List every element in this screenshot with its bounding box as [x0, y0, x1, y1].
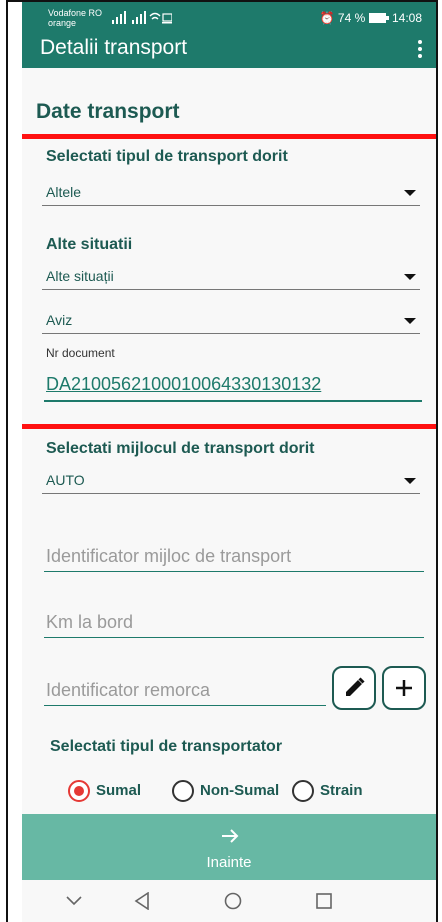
battery-percent: 74 %	[337, 11, 366, 25]
radio-sumal-label: Sumal	[96, 782, 142, 799]
document-type-select[interactable]: Aviz	[42, 308, 420, 334]
edit-trailer-button[interactable]	[332, 666, 376, 710]
document-number-label: Nr document	[46, 346, 115, 360]
next-button-label: Inainte	[206, 854, 252, 871]
signal-wifi-icons	[112, 11, 172, 24]
transport-means-value: AUTO	[46, 472, 85, 488]
km-input[interactable]: Km la bord	[44, 608, 424, 638]
radio-strain-label: Strain	[320, 782, 363, 799]
carrier-info: Vodafone RO orange	[48, 8, 102, 28]
transport-type-select[interactable]: Altele	[42, 180, 420, 206]
trailer-id-input[interactable]: Identificator remorca	[44, 676, 326, 706]
vehicle-id-input[interactable]: Identificator mijloc de transport	[44, 542, 424, 572]
status-right: ⏰ 74 % 14:08	[320, 11, 422, 25]
radio-non-sumal-label: Non-Sumal	[200, 782, 280, 799]
next-button[interactable]: Inainte	[22, 814, 436, 880]
arrow-right-icon	[222, 829, 239, 843]
app-screen: Vodafone RO orange ⏰ 74 % 14:08 Detalii …	[22, 2, 436, 922]
vehicle-id-placeholder: Identificator mijloc de transport	[46, 546, 292, 566]
radio-unselected-icon	[292, 780, 314, 802]
carrier-name: Vodafone RO	[48, 8, 103, 18]
plus-icon	[396, 680, 412, 696]
radio-unselected-icon	[172, 780, 194, 802]
recents-square-icon[interactable]	[316, 893, 332, 909]
dropdown-arrow-icon	[404, 274, 416, 280]
more-vert-icon[interactable]	[416, 38, 424, 60]
alte-situatii-value: Alte situații	[46, 268, 114, 284]
dropdown-arrow-icon	[404, 318, 416, 324]
transport-type-label: Selectati tipul de transport dorit	[46, 148, 288, 165]
trailer-id-placeholder: Identificator remorca	[46, 680, 211, 700]
document-number-field[interactable]: DA2100562100010064330130132	[46, 374, 321, 395]
clock: 14:08	[391, 11, 422, 25]
transport-means-label: Selectati mijlocul de transport dorit	[46, 440, 315, 457]
alarm-icon: ⏰	[319, 11, 335, 25]
section-title: Date transport	[36, 100, 180, 123]
alte-situatii-select[interactable]: Alte situații	[42, 264, 420, 290]
app-toolbar: Detalii transport	[22, 32, 436, 68]
radio-selected-icon	[68, 780, 90, 802]
chevron-down-icon[interactable]	[66, 896, 82, 906]
home-circle-icon[interactable]	[224, 892, 242, 910]
back-triangle-icon[interactable]	[134, 892, 150, 910]
carrier-type-label: Selectati tipul de transportator	[50, 738, 283, 755]
status-bar: Vodafone RO orange ⏰ 74 % 14:08	[22, 2, 436, 32]
document-type-value: Aviz	[46, 312, 73, 328]
toolbar-title: Detalii transport	[40, 36, 188, 59]
pencil-icon	[346, 677, 365, 696]
carrier-name-2: orange	[48, 18, 77, 28]
system-nav-bar	[22, 880, 436, 922]
dropdown-arrow-icon	[404, 478, 416, 484]
km-placeholder: Km la bord	[46, 612, 134, 632]
transport-means-select[interactable]: AUTO	[42, 468, 420, 494]
frame-border-left	[6, 0, 8, 922]
document-number-underline	[44, 400, 422, 402]
add-trailer-button[interactable]	[382, 666, 426, 710]
dropdown-arrow-icon	[404, 190, 416, 196]
transport-type-value: Altele	[46, 184, 82, 200]
alte-situatii-label: Alte situatii	[46, 236, 133, 253]
frame-border-right	[436, 0, 438, 922]
battery-icon	[368, 13, 389, 23]
